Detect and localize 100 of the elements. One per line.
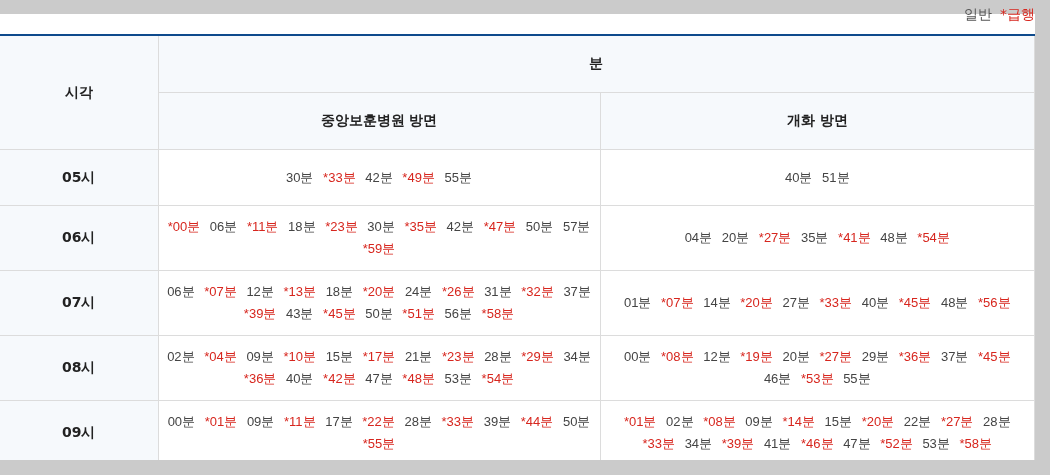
departure-time: *23분 [442, 349, 475, 364]
departure-time: 50분 [562, 414, 591, 429]
departure-time: *53분 [801, 371, 834, 386]
departure-time: 35분 [801, 230, 829, 245]
departure-time: 43분 [286, 306, 314, 321]
departure-time: *36분 [243, 371, 277, 386]
legend-label: *급행 [1000, 5, 1035, 23]
departure-time: *58분 [959, 436, 992, 451]
departure-time: 28분 [983, 414, 1011, 429]
departure-time: *22분 [362, 414, 395, 429]
departure-time: *11분 [246, 219, 279, 234]
departure-time: *10분 [283, 349, 316, 364]
departure-time: *27분 [758, 230, 792, 245]
departure-time: *20분 [362, 284, 396, 299]
departure-time: 51분 [822, 169, 850, 185]
departure-time: 28분 [404, 414, 432, 429]
departure-time: 22분 [903, 414, 932, 429]
departure-time: *07분 [204, 284, 237, 299]
departure-time: 37분 [940, 349, 969, 364]
departure-time: *49분 [402, 169, 435, 185]
departure-time: *54분 [917, 230, 950, 245]
departure-time: 42분 [365, 169, 393, 185]
departure-time: 00분 [623, 349, 652, 364]
hour-cell: 08시 [0, 335, 158, 401]
departure-time: 39분 [483, 414, 512, 429]
departure-time: *59분 [362, 241, 396, 256]
departure-time: *36분 [898, 349, 932, 364]
departure-time: *44분 [520, 414, 554, 429]
departure-time: 47분 [365, 371, 393, 386]
departure-time: 17분 [325, 414, 353, 429]
departure-time: 53분 [444, 371, 472, 386]
departure-time: *52분 [880, 436, 913, 451]
departure-time: 37분 [563, 284, 591, 299]
departure-time: 42분 [446, 219, 475, 234]
departure-time: 02분 [666, 414, 694, 429]
hour-cell: 06시 [0, 205, 158, 271]
departure-time: 55분 [444, 169, 472, 185]
column-header: 중앙보훈병원 방면 [158, 92, 600, 150]
departure-time: 47분 [843, 436, 871, 451]
departure-time: *01분 [204, 414, 238, 429]
departure-time: 20분 [782, 349, 810, 364]
departure-time: *55분 [362, 436, 396, 451]
departure-time: *32분 [521, 284, 554, 299]
hour-cell: 05시 [0, 149, 158, 206]
hour-cell: 09시 [0, 400, 158, 460]
departure-time: 02분 [167, 349, 195, 364]
departure-time: 56분 [444, 306, 472, 321]
departure-time: *08분 [703, 414, 736, 429]
departure-time: *41분 [838, 230, 871, 245]
departure-time: *08분 [661, 349, 694, 364]
departure-time: *46분 [801, 436, 834, 451]
departure-time: *42분 [323, 371, 356, 386]
departure-time: *48분 [402, 371, 435, 386]
departure-time: *33분 [819, 295, 853, 310]
departure-time: *39분 [721, 436, 755, 451]
departure-time: 27분 [782, 295, 810, 310]
column-header: 분 [158, 35, 1035, 93]
departure-time: *23분 [325, 219, 358, 234]
departure-time: 40분 [861, 295, 890, 310]
departure-time: 15분 [325, 349, 354, 364]
departure-time: *17분 [362, 349, 396, 364]
departure-time: 30분 [367, 219, 395, 234]
departure-time: *54분 [481, 371, 515, 386]
departure-time: *33분 [323, 169, 356, 185]
departure-time: 46분 [763, 371, 792, 386]
departure-time: 18분 [325, 284, 354, 299]
departure-time: *19분 [740, 349, 773, 364]
departure-time: 24분 [404, 284, 433, 299]
departure-time: 48분 [880, 230, 908, 245]
departure-time: 09분 [745, 414, 773, 429]
departure-time: 29분 [861, 349, 890, 364]
departure-time: *11분 [283, 414, 316, 429]
departure-time: 34분 [684, 436, 713, 451]
departure-time: 15분 [824, 414, 853, 429]
departure-time: 34분 [563, 349, 591, 364]
departure-time: 40분 [784, 169, 813, 185]
departure-time: *56분 [978, 295, 1011, 310]
departure-time: 00분 [167, 414, 196, 429]
departure-time: 12분 [246, 284, 274, 299]
departure-time: 20분 [721, 230, 750, 245]
departure-time: *27분 [940, 414, 974, 429]
column-header: 개화 방면 [600, 92, 1035, 150]
departure-time: *45분 [978, 349, 1011, 364]
departure-time: *35분 [404, 219, 437, 234]
departure-time: 48분 [940, 295, 969, 310]
departure-time: *20분 [861, 414, 895, 429]
departure-time: *51분 [402, 306, 435, 321]
departure-time: 06분 [167, 284, 195, 299]
departure-time: 50분 [365, 306, 393, 321]
departure-time: 14분 [703, 295, 731, 310]
departure-time: 57분 [562, 219, 591, 234]
departure-time: 41분 [763, 436, 792, 451]
departure-time: 01분 [623, 295, 652, 310]
column-header: 시각 [0, 35, 158, 150]
departure-time: 31분 [484, 284, 512, 299]
legend-label: 일반 [964, 5, 992, 23]
departure-time: *14분 [782, 414, 815, 429]
departure-time: *04분 [204, 349, 237, 364]
departure-time: *00분 [167, 219, 201, 234]
departure-time: *58분 [481, 306, 515, 321]
